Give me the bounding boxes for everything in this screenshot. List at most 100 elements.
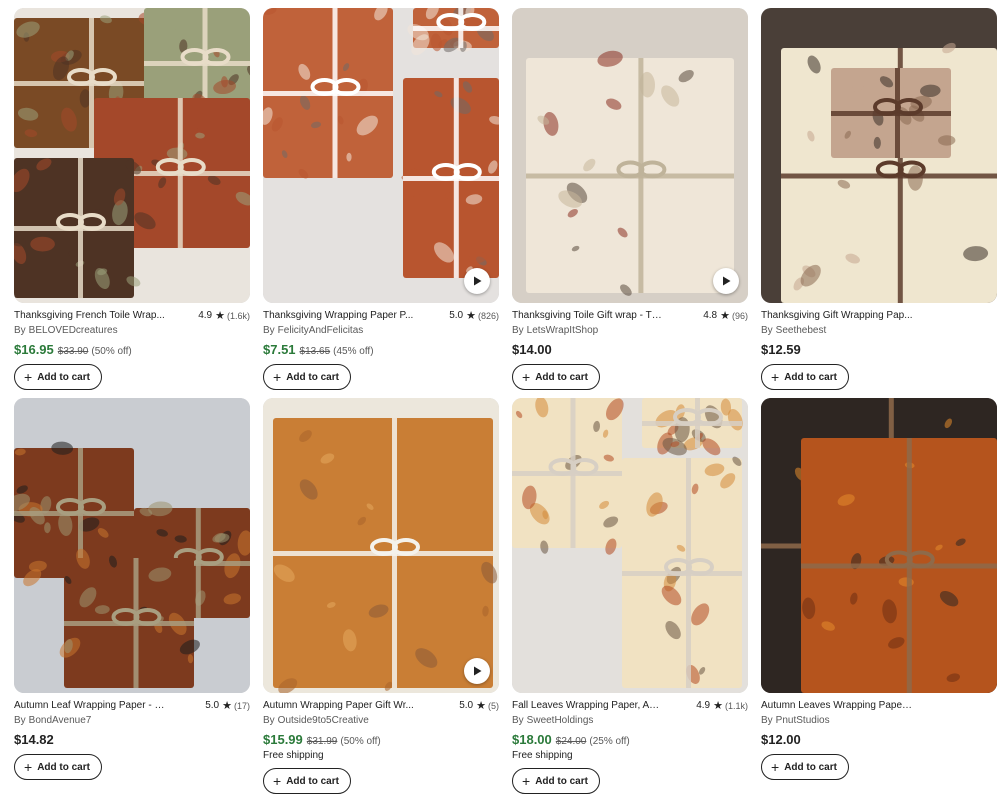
add-to-cart-button[interactable]: + Add to cart xyxy=(512,768,600,794)
product-meta: Thanksgiving Wrapping Paper P... 5.0 ★ (826… xyxy=(263,303,499,390)
title-row: Fall Leaves Wrapping Paper, Aut... 4.9 ★ (1… xyxy=(512,699,748,713)
product-image[interactable] xyxy=(14,8,250,303)
product-image-illustration xyxy=(512,8,748,303)
star-icon: ★ xyxy=(466,310,476,322)
product-image[interactable] xyxy=(512,398,748,693)
product-image[interactable] xyxy=(512,8,748,303)
product-meta: Fall Leaves Wrapping Paper, Aut... 4.9 ★ (1… xyxy=(512,693,748,794)
shop-line: By FelicityAndFelicitas xyxy=(263,324,499,337)
add-to-cart-label: Add to cart xyxy=(784,371,837,383)
product-card[interactable]: Thanksgiving French Toile Wrap... 4.9 ★ (1.… xyxy=(14,8,250,390)
review-count: (826) xyxy=(477,311,499,321)
product-card[interactable]: Fall Leaves Wrapping Paper, Aut... 4.9 ★ (1… xyxy=(512,398,748,794)
product-card[interactable]: Thanksgiving Toile Gift wrap - Th... 4.8 ★… xyxy=(512,8,748,390)
shop-name[interactable]: SweetHoldings xyxy=(527,715,594,726)
rating-value: 4.9 xyxy=(198,310,213,321)
product-image-illustration xyxy=(512,398,748,693)
product-meta: Autumn Leaves Wrapping Paper,... By PnutSt… xyxy=(761,693,997,780)
add-to-cart-button[interactable]: + Add to cart xyxy=(14,364,102,390)
price-row: $14.82 xyxy=(14,732,250,748)
shop-name[interactable]: FelicityAndFelicitas xyxy=(278,325,364,336)
product-image-illustration xyxy=(761,398,997,693)
rating-value: 5.0 xyxy=(449,310,464,321)
review-count: (5) xyxy=(488,701,499,711)
product-price: $14.82 xyxy=(14,732,54,747)
product-card[interactable]: Thanksgiving Gift Wrapping Pap... By Seeth… xyxy=(761,8,997,390)
product-title[interactable]: Autumn Leaf Wrapping Paper - P... xyxy=(14,699,166,713)
plus-icon: + xyxy=(771,759,780,775)
product-title[interactable]: Autumn Wrapping Paper Gift Wr... xyxy=(263,699,414,713)
star-icon: ★ xyxy=(222,700,232,712)
product-image-illustration xyxy=(761,8,997,303)
original-price: $13.65 xyxy=(299,346,331,357)
add-to-cart-button[interactable]: + Add to cart xyxy=(761,364,849,390)
product-price: $12.59 xyxy=(761,342,801,357)
product-meta: Autumn Wrapping Paper Gift Wr... 5.0 ★ (5) B… xyxy=(263,693,499,794)
product-title[interactable]: Autumn Leaves Wrapping Paper,... xyxy=(761,699,913,713)
product-title[interactable]: Thanksgiving Wrapping Paper P... xyxy=(263,309,413,323)
original-price: $33.90 xyxy=(57,346,89,357)
price-row: $7.51 $13.65 (45% off) xyxy=(263,342,499,358)
by-label: By xyxy=(263,325,275,336)
play-icon[interactable] xyxy=(713,268,739,294)
product-title[interactable]: Thanksgiving Toile Gift wrap - Th... xyxy=(512,309,664,323)
shop-name[interactable]: LetsWrapItShop xyxy=(527,325,599,336)
product-card[interactable]: Thanksgiving Wrapping Paper P... 5.0 ★ (826… xyxy=(263,8,499,390)
product-image-illustration xyxy=(14,398,250,693)
price-row: $16.95 $33.90 (50% off) xyxy=(14,342,250,358)
review-count: (1.6k) xyxy=(226,311,250,321)
price-row: $12.00 xyxy=(761,732,997,748)
review-count: (17) xyxy=(233,701,250,711)
add-to-cart-label: Add to cart xyxy=(784,761,837,773)
product-image-illustration xyxy=(263,8,499,303)
product-card[interactable]: Autumn Leaves Wrapping Paper,... By PnutSt… xyxy=(761,398,997,780)
add-to-cart-button[interactable]: + Add to cart xyxy=(761,754,849,780)
shop-line: By PnutStudios xyxy=(761,714,997,727)
shop-name[interactable]: BELOVEDcreatures xyxy=(29,325,118,336)
price-row: $12.59 xyxy=(761,342,997,358)
play-icon[interactable] xyxy=(464,268,490,294)
discount-label: (50% off) xyxy=(91,346,132,357)
product-title[interactable]: Thanksgiving French Toile Wrap... xyxy=(14,309,165,323)
add-to-cart-button[interactable]: + Add to cart xyxy=(263,768,351,794)
product-image[interactable] xyxy=(263,398,499,693)
product-card[interactable]: Autumn Wrapping Paper Gift Wr... 5.0 ★ (5) B… xyxy=(263,398,499,794)
discount-label: (25% off) xyxy=(589,736,630,747)
price-row: $14.00 xyxy=(512,342,748,358)
title-row: Thanksgiving Gift Wrapping Pap... xyxy=(761,309,997,323)
by-label: By xyxy=(14,715,26,726)
product-meta: Autumn Leaf Wrapping Paper - P... 5.0 ★ (17… xyxy=(14,693,250,780)
shop-line: By Seethebest xyxy=(761,324,997,337)
product-image[interactable] xyxy=(263,8,499,303)
product-image[interactable] xyxy=(761,8,997,303)
product-card[interactable]: Autumn Leaf Wrapping Paper - P... 5.0 ★ (17… xyxy=(14,398,250,780)
discount-label: (45% off) xyxy=(333,346,374,357)
shop-name[interactable]: Seethebest xyxy=(776,325,827,336)
product-image[interactable] xyxy=(761,398,997,693)
title-row: Thanksgiving French Toile Wrap... 4.9 ★ (1.… xyxy=(14,309,250,323)
add-to-cart-button[interactable]: + Add to cart xyxy=(512,364,600,390)
shop-name[interactable]: BondAvenue7 xyxy=(29,715,92,726)
shop-name[interactable]: PnutStudios xyxy=(776,715,830,726)
star-icon: ★ xyxy=(720,310,730,322)
product-title[interactable]: Fall Leaves Wrapping Paper, Aut... xyxy=(512,699,664,713)
product-image[interactable] xyxy=(14,398,250,693)
play-icon[interactable] xyxy=(464,658,490,684)
add-to-cart-button[interactable]: + Add to cart xyxy=(14,754,102,780)
product-title[interactable]: Thanksgiving Gift Wrapping Pap... xyxy=(761,309,913,323)
shop-line: By SweetHoldings xyxy=(512,714,748,727)
product-rating: 5.0 ★ (17) xyxy=(205,699,250,713)
free-shipping-label: Free shipping xyxy=(512,750,573,761)
add-to-cart-button[interactable]: + Add to cart xyxy=(263,364,351,390)
rating-value: 4.9 xyxy=(696,700,711,711)
shop-name[interactable]: Outside9to5Creative xyxy=(278,715,369,726)
plus-icon: + xyxy=(24,369,33,385)
title-row: Autumn Leaf Wrapping Paper - P... 5.0 ★ (17… xyxy=(14,699,250,713)
star-icon: ★ xyxy=(713,700,723,712)
star-icon: ★ xyxy=(476,700,486,712)
add-to-cart-label: Add to cart xyxy=(535,775,588,787)
rating-value: 5.0 xyxy=(205,700,220,711)
star-icon: ★ xyxy=(215,310,225,322)
shop-line: By BondAvenue7 xyxy=(14,714,250,727)
product-image-illustration xyxy=(263,398,499,693)
